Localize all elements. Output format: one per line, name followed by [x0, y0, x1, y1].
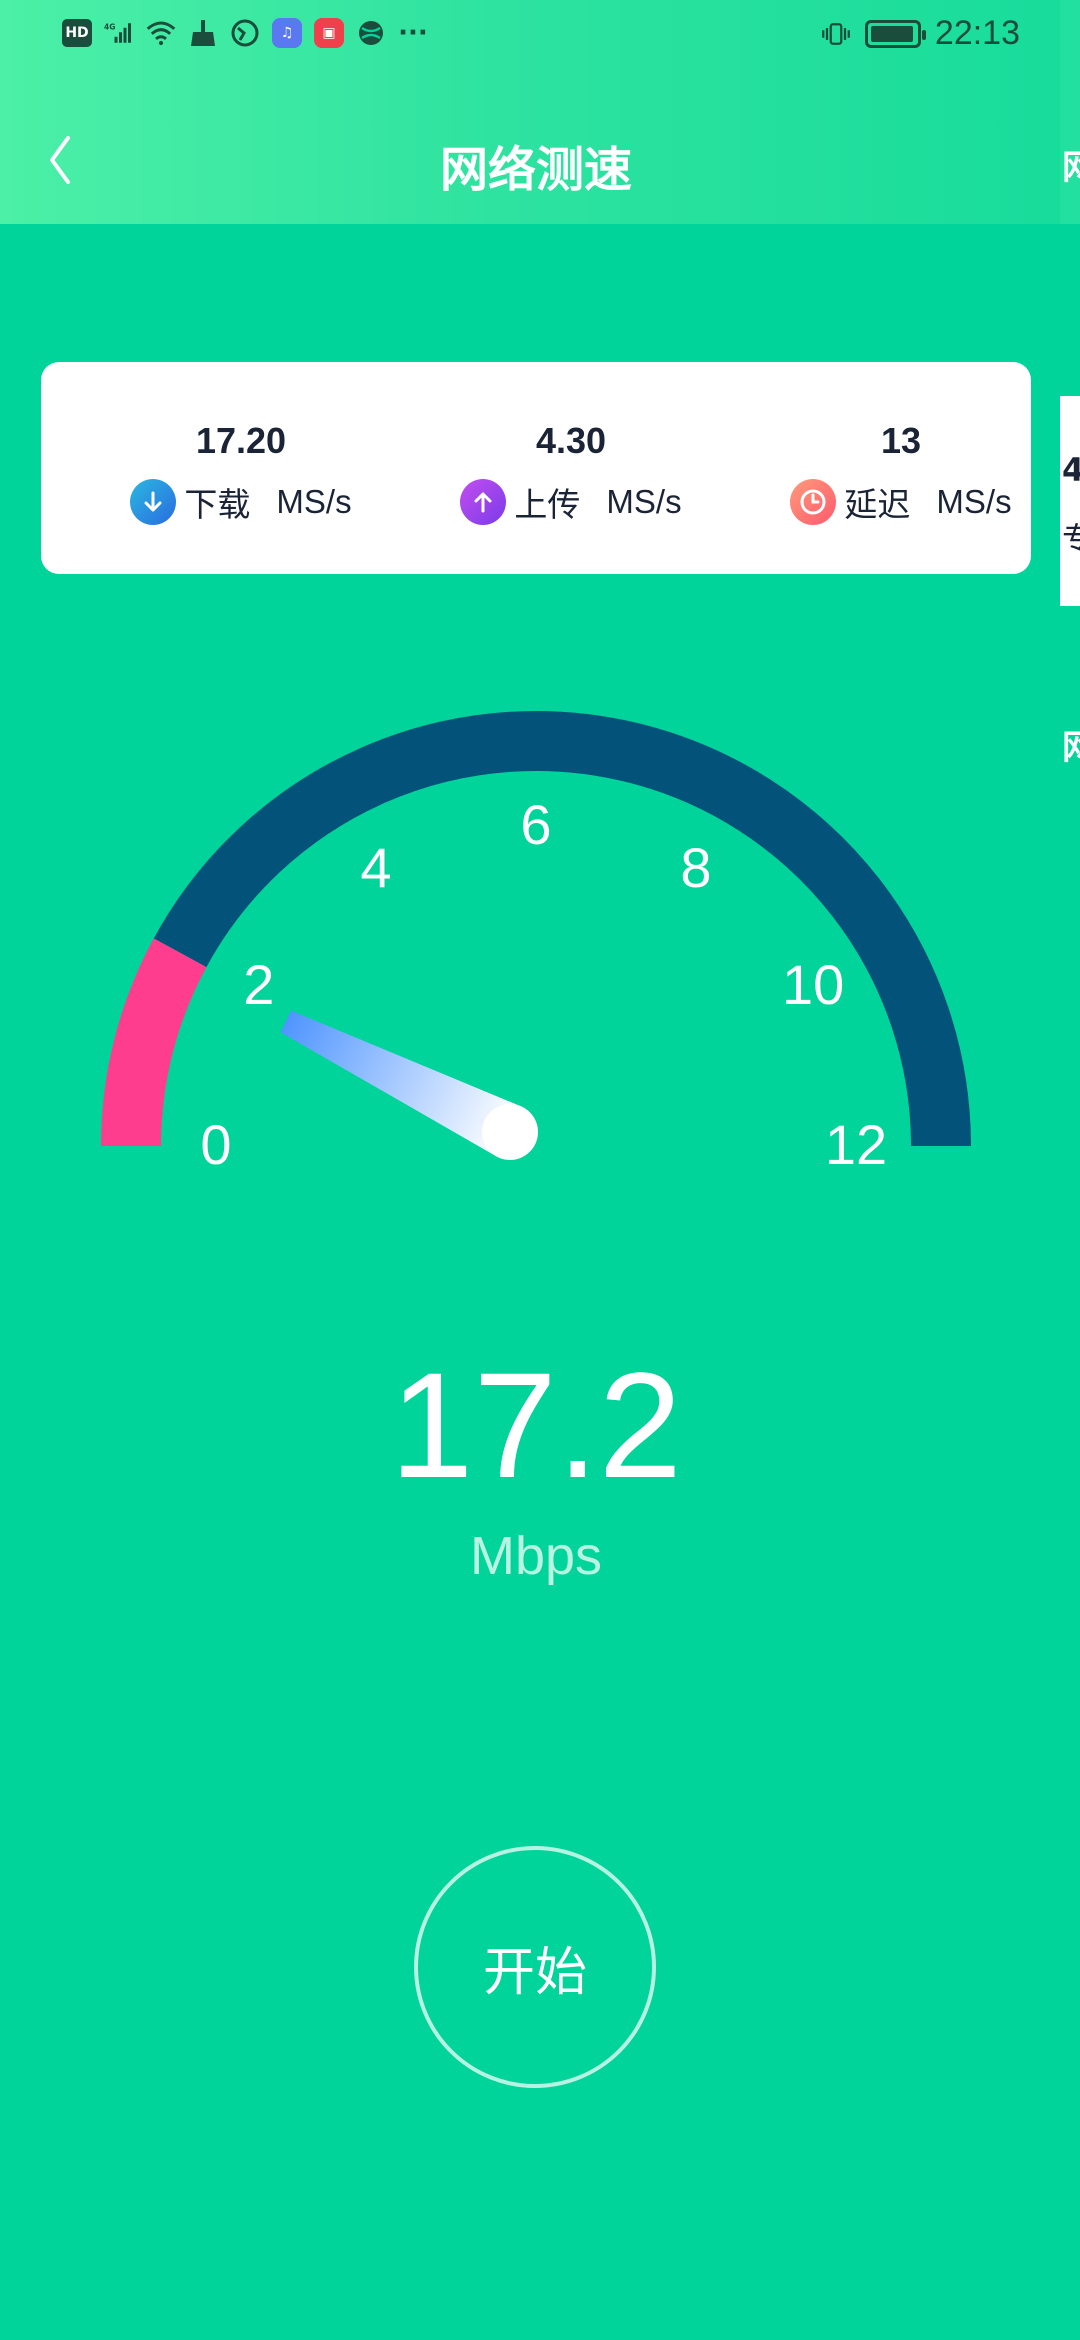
- battery-icon: [864, 19, 926, 48]
- cleaner-icon: [188, 18, 218, 48]
- gauge-tick-label: 4: [360, 836, 391, 899]
- current-speed-value: 17.2: [390, 1341, 682, 1509]
- start-button-label: 开始: [482, 1942, 587, 2003]
- gauge-needle-hub: [482, 1104, 538, 1160]
- adjacent-label-fragment: 专: [1062, 520, 1080, 558]
- vibrate-icon: [821, 19, 851, 49]
- network-type-label: 4G: [104, 22, 115, 31]
- gauge-red-zone: [101, 938, 207, 1147]
- music-app-icon: ♫: [272, 18, 302, 48]
- gauge-tick-label: 0: [200, 1113, 231, 1176]
- gauge-svg: 0 2 4 6 8 10 12: [101, 711, 971, 1176]
- status-time: 22:13: [934, 14, 1020, 52]
- signal-icon: 4G: [104, 18, 134, 48]
- status-bar: HD 4G ♫ ▣ ··· 22:13: [0, 0, 1060, 76]
- latency-unit: MS/s: [936, 483, 1012, 520]
- huawei-store-icon: ▣: [314, 18, 344, 48]
- upload-value: 4.30: [535, 420, 607, 461]
- page-title: 网络测速: [439, 142, 632, 198]
- gauge-tick-label: 2: [243, 953, 274, 1016]
- stat-upload: 4.30 上传 MS/s: [421, 362, 721, 574]
- gauge-arc: [153, 711, 971, 1147]
- start-button[interactable]: 开始: [414, 1846, 656, 2088]
- upload-arrow-icon: [460, 479, 507, 525]
- wifi-icon: [146, 18, 176, 48]
- download-arrow-icon: [130, 479, 177, 525]
- speed-gauge: 0 2 4 6 8 10 12: [0, 680, 1080, 1240]
- stat-download: 17.20 下载 MS/s: [91, 362, 391, 574]
- adjacent-value-fragment: 4.3: [1062, 451, 1080, 489]
- stat-latency: 13 延迟 MS/s: [751, 362, 1051, 574]
- hd-badge: HD: [62, 19, 92, 47]
- adjacent-stats-card: 4.3 专: [1060, 396, 1080, 606]
- download-value: 17.20: [195, 420, 287, 461]
- globe-icon: [356, 18, 386, 48]
- upload-unit: MS/s: [606, 483, 682, 520]
- latency-value: 13: [880, 420, 922, 461]
- gauge-tick-label: 8: [680, 836, 711, 899]
- gauge-tick-label: 12: [825, 1113, 887, 1176]
- stats-card: 17.20 下载 MS/s 4.30 上传 MS/s 13 延迟 MS/s: [41, 362, 1031, 574]
- status-icons-right: 22:13: [821, 14, 1020, 53]
- download-label: 下载: [184, 485, 251, 524]
- gauge-tick-label: 6: [520, 793, 551, 856]
- latency-label: 延迟: [844, 485, 911, 524]
- download-unit: MS/s: [276, 483, 352, 520]
- clock-icon: [790, 479, 837, 525]
- browser-icon: [230, 18, 260, 48]
- more-notifications-icon: ···: [398, 18, 428, 48]
- status-icons-left: HD 4G ♫ ▣ ···: [62, 18, 428, 48]
- upload-label: 上传: [514, 485, 581, 524]
- gauge-tick-label: 10: [782, 953, 844, 1016]
- current-speed-unit: Mbps: [469, 1526, 603, 1586]
